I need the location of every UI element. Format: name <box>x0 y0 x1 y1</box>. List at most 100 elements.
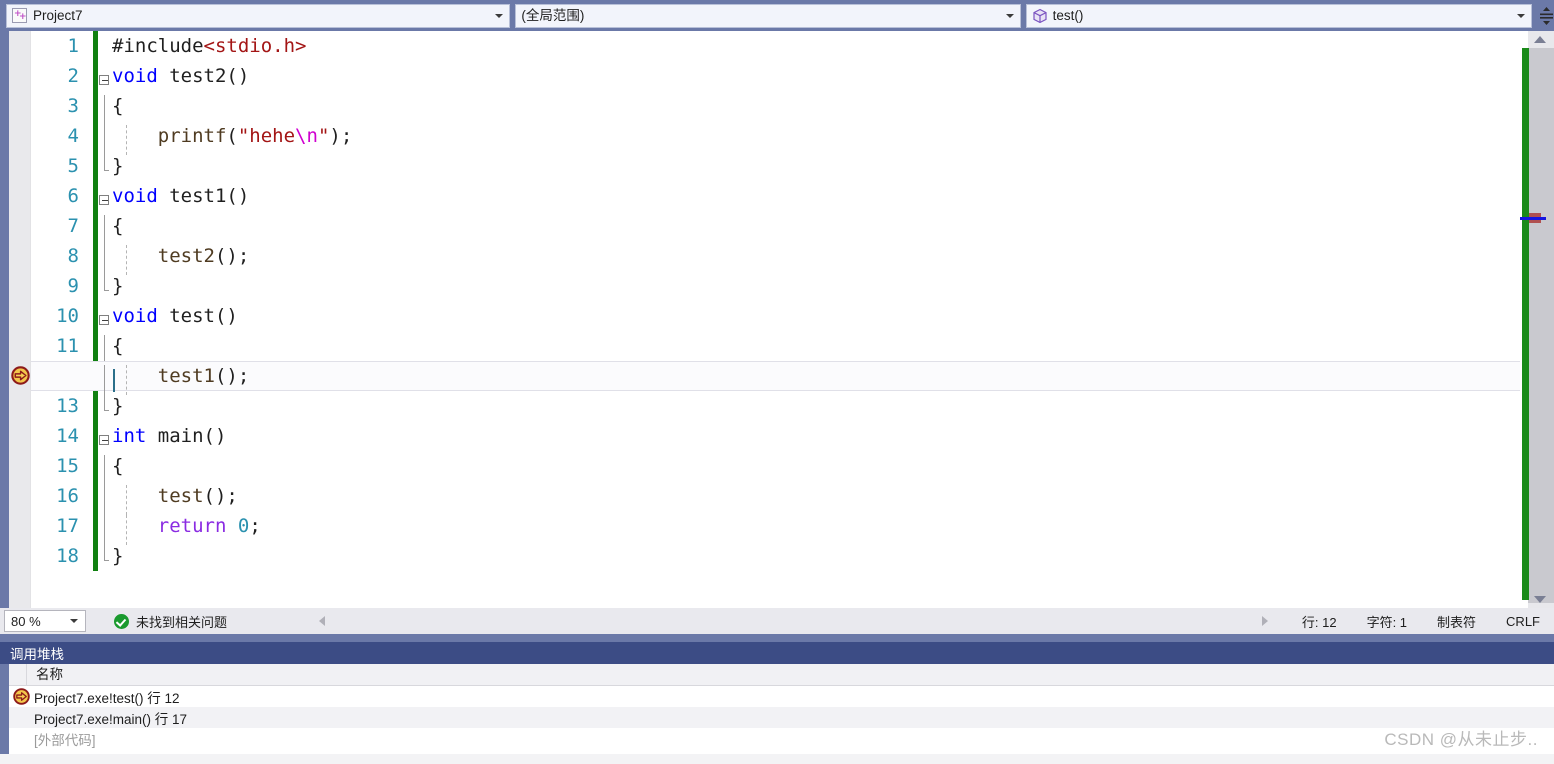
call-stack-rows[interactable]: Project7.exe!test() 行 12 Project7.exe!mai… <box>9 686 1554 764</box>
call-stack-title: 调用堆栈 <box>0 642 1554 664</box>
line-number: 13 <box>56 395 79 417</box>
call-stack-panel: 调用堆栈 名称 Project7.exe!test() 行 12 Project7… <box>0 642 1554 764</box>
execution-pointer-icon <box>13 688 30 705</box>
code-line[interactable]: 6 void test1() <box>31 181 1520 211</box>
text-caret <box>113 369 115 392</box>
method-cube-icon <box>1032 8 1048 24</box>
issue-status: 未找到相关问题 <box>114 612 227 631</box>
code-token: 0 <box>237 515 250 537</box>
project-dropdown-value: Project7 <box>33 7 83 23</box>
code-line[interactable]: 14 int main() <box>31 421 1520 451</box>
member-dropdown[interactable]: test() <box>1025 3 1532 28</box>
split-window-icon[interactable] <box>1538 4 1554 28</box>
panel-splitter[interactable] <box>0 634 1554 642</box>
code-text-area[interactable]: 1 #include<stdio.h> 2 void test2() 3{4 print… <box>31 31 1520 608</box>
call-stack-frame-label: Project7.exe!main() 行 17 <box>34 711 188 727</box>
code-line-text: } <box>98 275 123 297</box>
code-token: int <box>112 425 147 447</box>
code-token: () <box>226 65 250 87</box>
call-stack-row[interactable]: [外部代码] <box>9 728 1554 749</box>
watermark: CSDN @从未止步.. <box>1384 730 1538 749</box>
collapse-outline-icon[interactable] <box>99 195 109 205</box>
line-number: 9 <box>67 275 79 297</box>
code-line[interactable]: 2 void test2() <box>31 61 1520 91</box>
project-dropdown[interactable]: + + Project7 <box>6 3 511 28</box>
code-line[interactable]: 10 void test() <box>31 301 1520 331</box>
call-stack-row[interactable]: Project7.exe!test() 行 12 <box>9 686 1554 707</box>
code-line[interactable]: 13} <box>31 391 1520 421</box>
editor-navigation-bar: + + Project7 (全局范围) test() <box>0 0 1554 31</box>
line-number: 7 <box>67 215 79 237</box>
code-token: void <box>112 65 158 87</box>
call-stack-row[interactable]: Project7.exe!main() 行 17 <box>9 707 1554 728</box>
code-token: #include <box>112 35 204 57</box>
code-line[interactable]: 4 printf("hehe\n"); <box>31 121 1520 155</box>
code-token: "hehe <box>237 125 296 147</box>
breakpoint-gutter[interactable] <box>9 31 31 608</box>
call-stack-frame-label: [外部代码] <box>34 732 96 748</box>
code-line[interactable]: 9} <box>31 271 1520 301</box>
scroll-left-arrow-icon[interactable] <box>319 616 326 626</box>
code-token: void <box>112 185 158 207</box>
issue-status-label: 未找到相关问题 <box>136 614 228 630</box>
code-token: { <box>112 455 124 477</box>
call-stack-row-icon <box>9 707 34 728</box>
block-structure-guide <box>104 545 109 561</box>
block-structure-guide <box>104 395 109 411</box>
code-line-text: test1(); <box>98 365 249 395</box>
code-token: } <box>112 155 124 177</box>
code-token: ; <box>249 515 261 537</box>
code-line[interactable]: 3{ <box>31 91 1520 125</box>
code-line[interactable]: 15 { <box>31 451 1520 485</box>
code-token: () <box>203 425 227 447</box>
scope-dropdown-value: (全局范围) <box>521 7 585 23</box>
code-token: " <box>317 125 330 147</box>
code-line[interactable]: 16 test(); <box>31 481 1520 515</box>
code-line[interactable]: 12 test1(); <box>31 361 1520 395</box>
execution-pointer-icon[interactable] <box>11 366 30 385</box>
chevron-down-icon <box>70 619 78 623</box>
scroll-right-arrow-icon[interactable] <box>1261 616 1268 626</box>
code-line-text: void test2() <box>98 65 249 87</box>
scroll-down-arrow-icon[interactable] <box>1534 596 1546 603</box>
collapse-outline-icon[interactable] <box>99 315 109 325</box>
scroll-up-arrow-icon[interactable] <box>1534 36 1546 43</box>
code-line[interactable]: 8 test2(); <box>31 241 1520 275</box>
code-line-text: void test() <box>98 305 238 327</box>
code-line-text: int main() <box>98 425 226 447</box>
zoom-level-dropdown[interactable]: 80 % <box>4 610 86 632</box>
line-number: 8 <box>67 245 79 267</box>
editor-status-bar: 80 % 未找到相关问题 行: 12 字符: 1 制表符 CRLF <box>0 608 1554 634</box>
code-line-text: { <box>98 335 123 365</box>
code-token: { <box>112 215 124 237</box>
scrollbar-marker-caret <box>1520 217 1546 220</box>
code-line[interactable]: 18} <box>31 541 1520 571</box>
code-line[interactable]: 1 #include<stdio.h> <box>31 31 1520 61</box>
scrollbar-thumb[interactable] <box>1528 48 1554 603</box>
code-line[interactable]: 5} <box>31 151 1520 181</box>
code-token: printf <box>112 125 227 147</box>
code-token: <stdio.h> <box>203 35 307 57</box>
scrollbar-change-indicator <box>1522 48 1529 600</box>
collapse-outline-icon[interactable] <box>99 435 109 445</box>
code-line[interactable]: 7{ <box>31 211 1520 245</box>
line-number: 6 <box>67 185 79 207</box>
line-ending-label: CRLF <box>1506 613 1540 629</box>
code-line[interactable]: 11 { <box>31 331 1520 365</box>
block-structure-guide <box>104 155 109 171</box>
current-line-highlight <box>31 361 1520 391</box>
code-token: ); <box>329 125 353 147</box>
scope-dropdown[interactable]: (全局范围) <box>515 3 1021 28</box>
code-token: test2 <box>112 245 215 267</box>
block-structure-guide <box>104 275 109 291</box>
code-token: test1 <box>157 185 227 207</box>
editor-vertical-scrollbar[interactable] <box>1520 31 1554 608</box>
code-editor[interactable]: 1 #include<stdio.h> 2 void test2() 3{4 print… <box>0 31 1554 608</box>
collapse-outline-icon[interactable] <box>99 75 109 85</box>
line-number: 11 <box>56 335 79 357</box>
code-token: } <box>112 275 124 297</box>
code-token: (); <box>214 245 250 267</box>
call-stack-row-icon <box>9 728 34 749</box>
code-line[interactable]: 17 return 0; <box>31 511 1520 545</box>
